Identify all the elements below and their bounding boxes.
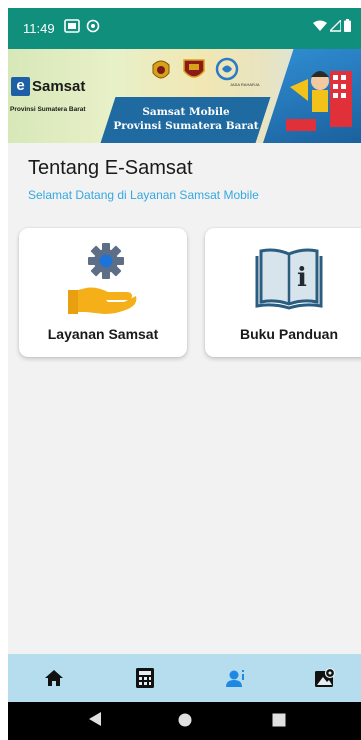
page-title: Tentang E-Samsat [28, 157, 193, 179]
layanan-samsat-card[interactable]: Layanan Samsat [19, 228, 187, 357]
banner-title-line2: Provinsi Sumatera Barat [113, 120, 259, 132]
province-emblem-icon [183, 59, 205, 78]
layanan-samsat-label: Layanan Samsat [47, 326, 159, 342]
system-navigation-bar [8, 702, 361, 740]
service-gear-hand-icon [68, 243, 137, 314]
agency-emblems [148, 57, 240, 83]
jasa-raharja-emblem-icon [215, 57, 239, 81]
back-icon[interactable] [88, 711, 102, 727]
esamsat-logo: e Samsat [11, 77, 85, 96]
nav-home[interactable] [40, 664, 68, 692]
battery-icon [344, 19, 351, 32]
app-screen: 11:49 e Samsat Provinsi Sumatera Barat J… [8, 8, 361, 740]
province-caption: Provinsi Sumatera Barat [10, 106, 86, 113]
home-icon [45, 670, 63, 686]
svg-text:i: i [297, 263, 307, 293]
sync-icon [86, 19, 100, 33]
emblem-caption: JASA RAHARJA [230, 82, 260, 87]
map-icon [315, 668, 336, 687]
nav-about[interactable] [222, 664, 250, 692]
wifi-icon [313, 20, 327, 31]
user-info-icon [226, 670, 244, 687]
status-time: 11:49 [23, 21, 55, 36]
nav-calculator[interactable] [131, 664, 159, 692]
buku-panduan-label: Buku Panduan [239, 326, 338, 342]
nav-map[interactable] [311, 664, 339, 692]
banner-title-line1: Samsat Mobile [142, 106, 230, 118]
status-bar: 11:49 [8, 8, 361, 49]
buku-panduan-card[interactable]: i Buku Panduan [205, 228, 361, 357]
info-book-icon: i [255, 248, 323, 310]
image-icon [64, 19, 80, 33]
recents-icon[interactable] [272, 713, 286, 727]
logo-e-mark: e [11, 77, 30, 96]
signal-icon [330, 19, 341, 32]
mascot-illustration [286, 71, 352, 131]
police-emblem-icon [152, 60, 170, 79]
page-subtitle: Selamat Datang di Layanan Samsat Mobile [28, 188, 259, 202]
status-icons-left [64, 19, 100, 33]
home-circle-icon[interactable] [178, 713, 192, 727]
header-banner: e Samsat Provinsi Sumatera Barat JASA RA… [8, 49, 361, 143]
calculator-icon [136, 668, 154, 688]
bottom-navigation [8, 654, 361, 702]
banner-title: Samsat Mobile Provinsi Sumatera Barat [112, 105, 260, 133]
logo-text: Samsat [32, 78, 86, 95]
status-icons-right [313, 19, 351, 32]
